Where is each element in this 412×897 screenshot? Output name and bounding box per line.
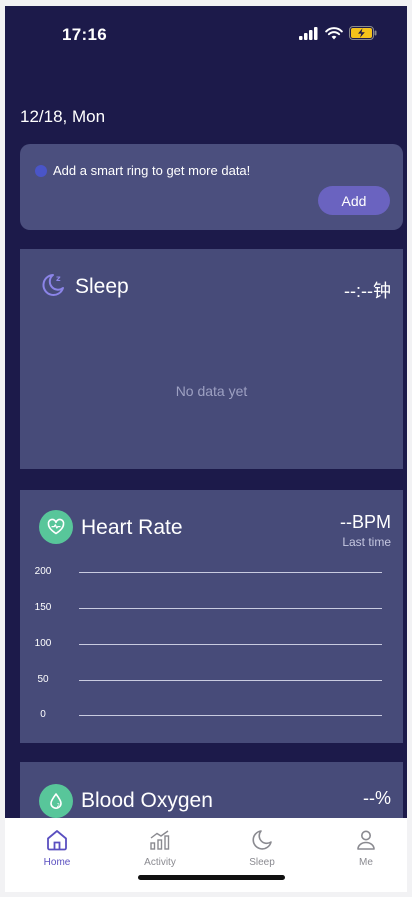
tab-sleep-label: Sleep [249,857,275,868]
grid-line [79,572,382,573]
date-label: 12/18, Mon [20,107,106,126]
grid-line [79,680,382,681]
heart-rate-icon-badge [39,510,73,544]
heart-rate-title: Heart Rate [81,516,183,539]
status-bar: 17:16 [5,6,407,52]
tab-home[interactable]: Home [22,828,92,868]
app-screen: 17:16 12/18, Mon Add a smart ring to get… [5,6,407,892]
blood-oxygen-icon-badge: 2 [39,784,73,818]
heart-rate-grid-row: 0 [20,709,403,723]
tab-activity[interactable]: Activity [125,828,195,868]
heart-rate-grid-row: 150 [20,602,403,616]
ring-icon [35,164,47,177]
heart-rate-grid-row: 200 [20,566,403,580]
heart-rate-grid-row: 100 [20,638,403,652]
battery-charging-icon [349,26,377,40]
bottom-tab-bar: Home Activity Sleep Me [5,818,407,892]
activity-chart-icon [150,830,170,850]
y-tick-label: 200 [34,566,52,577]
grid-line [79,608,382,609]
heart-rate-card[interactable]: Heart Rate --BPM Last time 200 150 100 5… [20,490,403,743]
heart-rate-sub-label: Last time [342,535,391,549]
svg-text:z: z [56,274,61,283]
sleep-card[interactable]: z Sleep --:--钟 No data yet [20,249,403,469]
home-icon [47,830,67,851]
grid-line [79,715,382,716]
person-icon [357,830,375,850]
blood-oxygen-title: Blood Oxygen [81,789,213,812]
heart-icon [47,518,65,535]
home-indicator [138,875,285,880]
svg-text:2: 2 [57,803,60,809]
sleep-empty-message: No data yet [175,383,248,399]
y-tick-label: 0 [40,709,46,720]
y-tick-label: 50 [37,674,49,685]
signal-icon [299,26,318,40]
y-tick-label: 150 [34,602,52,613]
smart-ring-message-text: Add a smart ring to get more data! [53,163,251,178]
wifi-icon [325,26,343,39]
sleep-value: --:--钟 [344,281,391,301]
tab-me[interactable]: Me [331,828,401,868]
y-tick-label: 100 [34,638,52,649]
moon-icon: z [42,274,64,296]
heart-rate-grid-row: 50 [20,674,403,688]
add-ring-button[interactable]: Add [318,186,390,215]
heart-rate-value: --BPM [340,512,391,532]
tab-activity-label: Activity [144,857,176,868]
droplet-icon: 2 [50,793,62,809]
sleep-title: Sleep [75,275,129,298]
tab-home-label: Home [43,857,71,868]
status-icons [299,26,377,40]
tab-me-label: Me [359,857,373,868]
status-time: 17:16 [62,25,107,44]
blood-oxygen-value: --% [363,788,391,808]
tab-sleep[interactable]: Sleep [227,828,297,868]
smart-ring-prompt-card: Add a smart ring to get more data! Add [20,144,403,230]
grid-line [79,644,382,645]
smart-ring-message: Add a smart ring to get more data! [35,163,250,178]
moon-icon [252,830,272,850]
